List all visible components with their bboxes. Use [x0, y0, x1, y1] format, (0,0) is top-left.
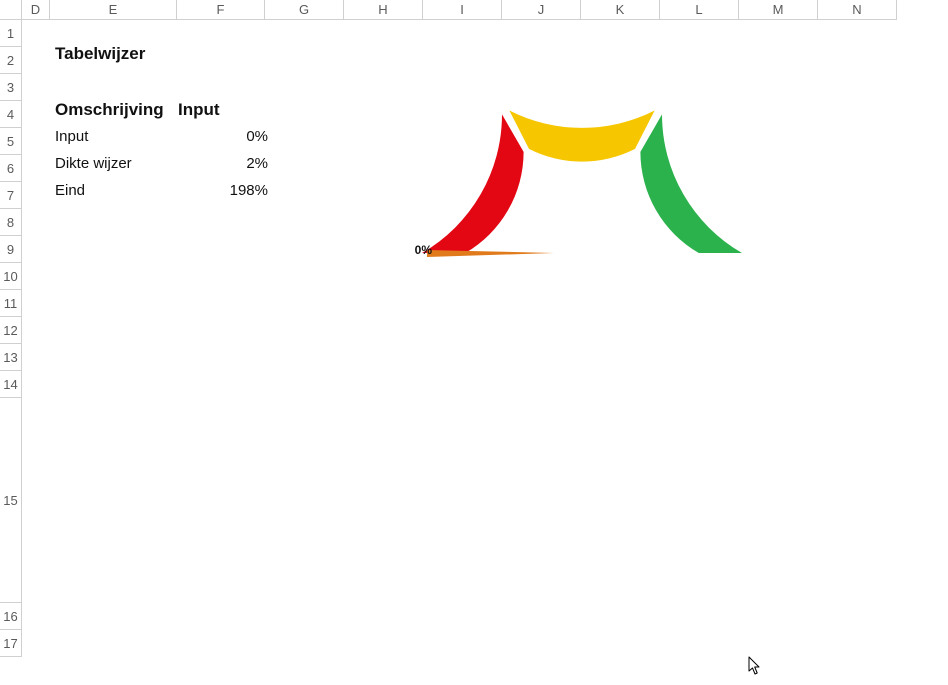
column-header-I[interactable]: I	[423, 0, 502, 20]
column-header-N[interactable]: N	[818, 0, 897, 20]
gauge-chart[interactable]: 0%	[402, 75, 762, 275]
gauge-svg	[402, 75, 762, 275]
sheet-canvas[interactable]: Tabelwijzer Omschrijving Input Input 0% …	[22, 20, 948, 685]
column-header-J[interactable]: J	[502, 0, 581, 20]
row-header-10[interactable]: 10	[0, 263, 22, 290]
gauge-needle	[427, 250, 554, 257]
column-header-L[interactable]: L	[660, 0, 739, 20]
select-all-corner[interactable]	[0, 0, 22, 20]
gauge-arc-yellow	[509, 110, 654, 161]
row-header-5[interactable]: 5	[0, 128, 22, 155]
spreadsheet: DEFGHIJKLMN 1234567891011121314151617 Ta…	[0, 0, 948, 685]
row-header-14[interactable]: 14	[0, 371, 22, 398]
row-header-7[interactable]: 7	[0, 182, 22, 209]
row-dikte-value[interactable]: 2%	[178, 155, 268, 172]
row-header-2[interactable]: 2	[0, 47, 22, 74]
column-header-G[interactable]: G	[265, 0, 344, 20]
row-header-1[interactable]: 1	[0, 20, 22, 47]
gauge-value-label: 0%	[415, 243, 432, 257]
row-input-value[interactable]: 0%	[178, 128, 268, 145]
row-header-col: 1234567891011121314151617	[0, 20, 22, 685]
column-header-row: DEFGHIJKLMN	[22, 0, 948, 20]
table-header-input[interactable]: Input	[178, 100, 268, 120]
row-header-17[interactable]: 17	[0, 630, 22, 657]
column-header-M[interactable]: M	[739, 0, 818, 20]
title-cell[interactable]: Tabelwijzer	[55, 44, 145, 64]
column-header-F[interactable]: F	[177, 0, 265, 20]
row-header-6[interactable]: 6	[0, 155, 22, 182]
row-dikte-label[interactable]: Dikte wijzer	[55, 155, 178, 172]
row-header-3[interactable]: 3	[0, 74, 22, 101]
row-input-label[interactable]: Input	[55, 128, 178, 145]
column-header-E[interactable]: E	[50, 0, 177, 20]
row-header-13[interactable]: 13	[0, 344, 22, 371]
column-header-D[interactable]: D	[22, 0, 50, 20]
table-header-omschrijving[interactable]: Omschrijving	[55, 100, 178, 120]
row-header-15[interactable]: 15	[0, 398, 22, 603]
row-header-11[interactable]: 11	[0, 290, 22, 317]
row-header-9[interactable]: 9	[0, 236, 22, 263]
gauge-arc-green	[640, 114, 742, 253]
row-header-16[interactable]: 16	[0, 603, 22, 630]
input-table: Omschrijving Input Input 0% Dikte wijzer…	[55, 96, 268, 204]
row-header-12[interactable]: 12	[0, 317, 22, 344]
row-header-8[interactable]: 8	[0, 209, 22, 236]
column-header-K[interactable]: K	[581, 0, 660, 20]
row-eind-label[interactable]: Eind	[55, 182, 178, 199]
row-eind-value[interactable]: 198%	[178, 182, 268, 199]
row-header-4[interactable]: 4	[0, 101, 22, 128]
column-header-H[interactable]: H	[344, 0, 423, 20]
gauge-arc-red	[422, 114, 524, 253]
